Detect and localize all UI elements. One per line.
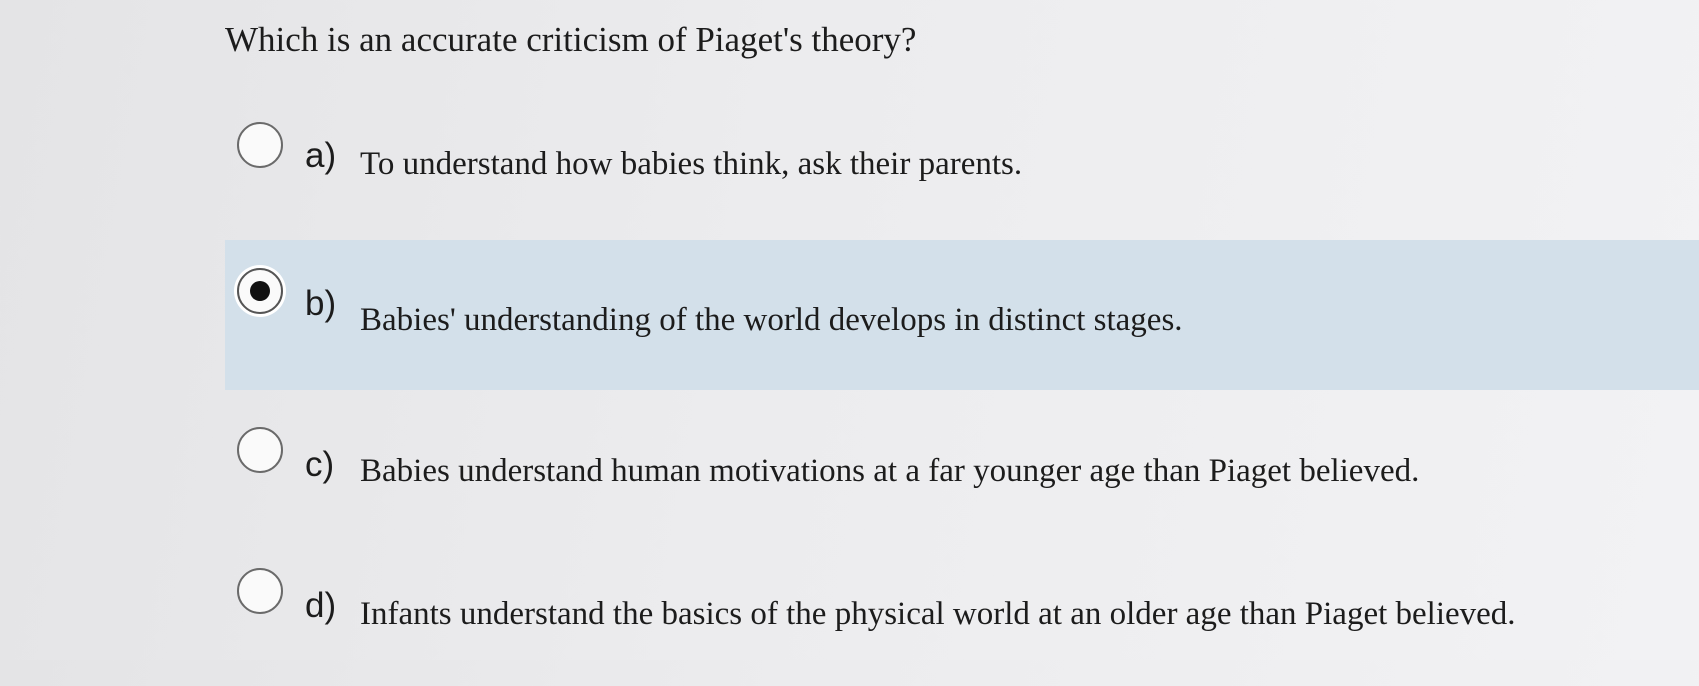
radio-option-d[interactable]	[237, 568, 283, 614]
option-d[interactable]: d) Infants understand the basics of the …	[225, 540, 1699, 686]
option-c-text[interactable]: Babies understand human motivations at a…	[360, 449, 1419, 493]
answer-options: a) To understand how babies think, ask t…	[0, 0, 1699, 660]
option-b-letter: b)	[305, 284, 337, 323]
option-b-text[interactable]: Babies' understanding of the world devel…	[360, 298, 1183, 342]
radio-selected-dot-icon	[250, 281, 270, 301]
radio-option-c[interactable]	[237, 427, 283, 473]
option-b[interactable]: b) Babies' understanding of the world de…	[225, 240, 1699, 390]
option-a-letter: a)	[305, 136, 337, 175]
option-a-text[interactable]: To understand how babies think, ask thei…	[360, 142, 1022, 186]
option-d-text[interactable]: Infants understand the basics of the phy…	[360, 592, 1516, 636]
radio-option-b[interactable]	[237, 268, 283, 314]
option-c-letter: c)	[305, 445, 335, 484]
option-c[interactable]: c) Babies understand human motivations a…	[225, 395, 1699, 541]
option-a[interactable]: a) To understand how babies think, ask t…	[225, 90, 1699, 236]
option-d-letter: d)	[305, 586, 337, 625]
radio-option-a[interactable]	[237, 122, 283, 168]
